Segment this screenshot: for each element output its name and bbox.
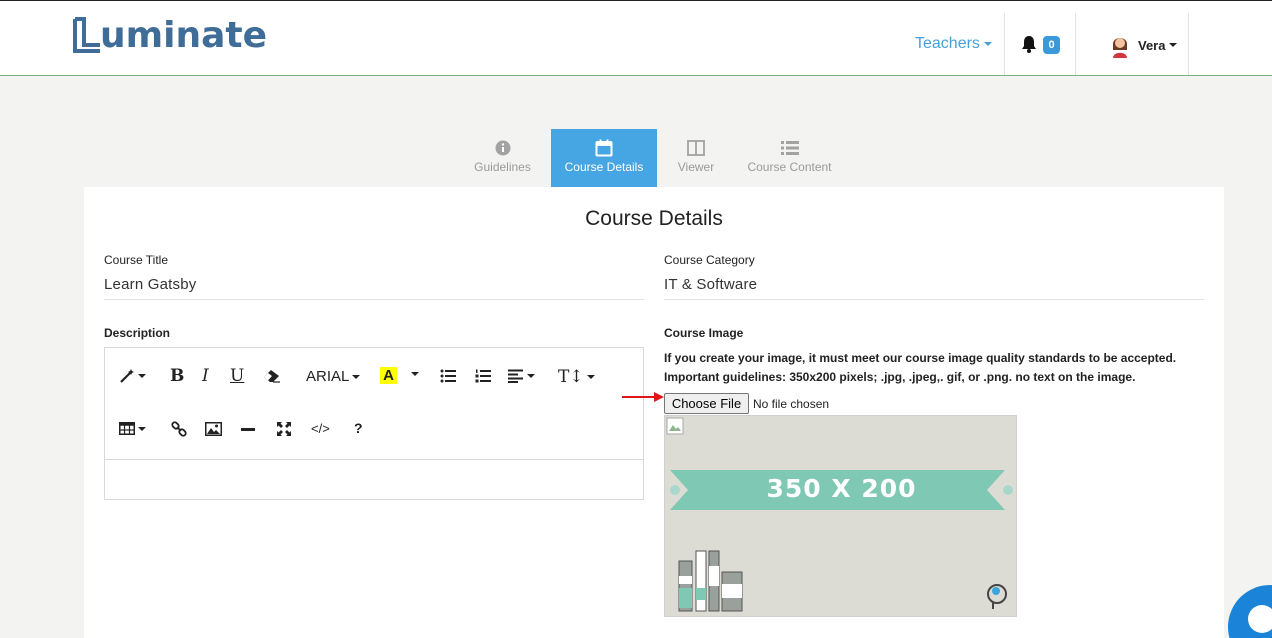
table-icon xyxy=(119,422,135,435)
chevron-down-icon xyxy=(1169,43,1178,47)
italic-button[interactable]: I xyxy=(202,366,209,386)
clear-format-button[interactable] xyxy=(263,369,281,383)
notifications-button[interactable] xyxy=(1020,35,1038,58)
field-underline xyxy=(104,299,644,300)
editor-content-area[interactable] xyxy=(105,461,643,499)
color-dropdown[interactable] xyxy=(408,372,419,376)
field-underline xyxy=(664,299,1204,300)
table-dropdown[interactable] xyxy=(119,422,146,435)
magic-wand-icon xyxy=(120,369,134,383)
step-guidelines[interactable]: Guidelines xyxy=(466,129,539,187)
nav-divider xyxy=(1075,13,1076,75)
columns-icon xyxy=(687,140,705,156)
nav-divider xyxy=(1004,13,1005,75)
chevron-down-icon xyxy=(411,372,419,376)
course-steps: Guidelines Course Details Viewer Course … xyxy=(0,129,1272,187)
bell-icon xyxy=(1022,36,1036,53)
bold-button[interactable]: B xyxy=(170,366,184,386)
text-height-icon: T↕ xyxy=(558,367,584,387)
horizontal-rule-button[interactable] xyxy=(241,428,255,431)
calendar-icon xyxy=(595,139,613,157)
numbered-list-icon xyxy=(475,369,491,383)
description-editor: B I U ARIAL A T↕ </> ? xyxy=(104,347,644,500)
bullet-list-icon xyxy=(440,369,456,383)
notifications-badge: 0 xyxy=(1043,36,1060,54)
top-navbar: uminate Teachers 0 Vera xyxy=(0,0,1272,76)
chevron-down-icon xyxy=(352,374,361,379)
paragraph-align-dropdown[interactable] xyxy=(508,369,535,383)
step-course-content[interactable]: Course Content xyxy=(746,129,833,187)
highlight-a-icon: A xyxy=(380,367,397,384)
list-icon xyxy=(780,141,799,155)
underline-icon: U xyxy=(230,366,245,386)
chevron-down-icon xyxy=(138,374,146,378)
code-icon: </> xyxy=(311,421,330,436)
font-size-dropdown[interactable]: T↕ xyxy=(558,367,595,387)
font-name: ARIAL xyxy=(306,368,350,385)
step-viewer[interactable]: Viewer xyxy=(670,129,722,187)
chevron-down-icon xyxy=(983,41,992,46)
chevron-down-icon xyxy=(138,426,146,431)
course-category-select[interactable]: IT & Software xyxy=(664,276,757,293)
chat-icon xyxy=(1248,605,1272,633)
user-menu[interactable]: Vera xyxy=(1110,32,1178,58)
user-name: Vera xyxy=(1138,37,1166,53)
choose-file-button[interactable]: Choose File xyxy=(664,393,749,414)
info-circle-icon xyxy=(495,140,510,156)
expand-icon xyxy=(277,422,291,436)
teachers-dropdown[interactable]: Teachers xyxy=(915,35,992,53)
course-details-panel: Course Details Course Title Learn Gatsby… xyxy=(84,187,1224,638)
code-view-button[interactable]: </> xyxy=(311,421,330,436)
nav-divider xyxy=(1188,13,1189,75)
unordered-list-button[interactable] xyxy=(440,369,456,383)
avatar xyxy=(1113,38,1127,58)
ordered-list-button[interactable] xyxy=(475,369,491,383)
italic-icon: I xyxy=(202,366,209,386)
chevron-down-icon xyxy=(527,374,535,378)
link-button[interactable] xyxy=(171,421,187,437)
logo-text: uminate xyxy=(100,14,268,56)
text-color-button[interactable]: A xyxy=(380,367,397,384)
eraser-icon xyxy=(264,370,280,383)
editor-toolbar: B I U ARIAL A T↕ </> ? xyxy=(105,348,643,460)
course-title-label: Course Title xyxy=(104,253,169,267)
help-button[interactable]: ? xyxy=(354,420,363,436)
logo-mark-icon xyxy=(73,17,100,53)
step-label: Viewer xyxy=(677,160,715,174)
page-title: Course Details xyxy=(585,207,723,230)
step-label: Course Content xyxy=(747,160,832,174)
step-course-details[interactable]: Course Details xyxy=(551,129,657,187)
course-title-input[interactable]: Learn Gatsby xyxy=(104,276,196,293)
description-label: Description xyxy=(104,326,171,340)
step-label: Guidelines xyxy=(474,160,531,174)
fullscreen-button[interactable] xyxy=(277,422,291,436)
file-status: No file chosen xyxy=(753,397,830,411)
insert-image-button[interactable] xyxy=(205,422,222,436)
red-arrow-icon xyxy=(622,392,664,402)
course-image-preview: 350 X 200 xyxy=(664,415,1017,617)
step-label: Course Details xyxy=(564,160,644,174)
horizontal-rule-icon xyxy=(241,428,255,431)
font-family-dropdown[interactable]: ARIAL xyxy=(306,368,361,385)
style-dropdown[interactable] xyxy=(119,368,146,384)
question-icon: ? xyxy=(354,420,363,436)
bold-icon: B xyxy=(170,366,185,386)
image-guidelines: If you create your image, it must meet o… xyxy=(664,351,1177,384)
placeholder-image xyxy=(665,416,1016,616)
course-image-label: Course Image xyxy=(664,326,744,340)
placeholder-image-text: 350 X 200 xyxy=(766,474,917,503)
course-category-label: Course Category xyxy=(664,253,755,267)
chevron-down-icon xyxy=(586,375,595,379)
link-icon xyxy=(171,421,187,437)
chat-widget-button[interactable] xyxy=(1228,585,1272,638)
align-left-icon xyxy=(508,369,523,383)
underline-button[interactable]: U xyxy=(230,366,244,386)
teachers-label: Teachers xyxy=(915,35,980,52)
image-icon xyxy=(205,422,222,436)
luminate-logo[interactable]: uminate xyxy=(72,13,267,57)
